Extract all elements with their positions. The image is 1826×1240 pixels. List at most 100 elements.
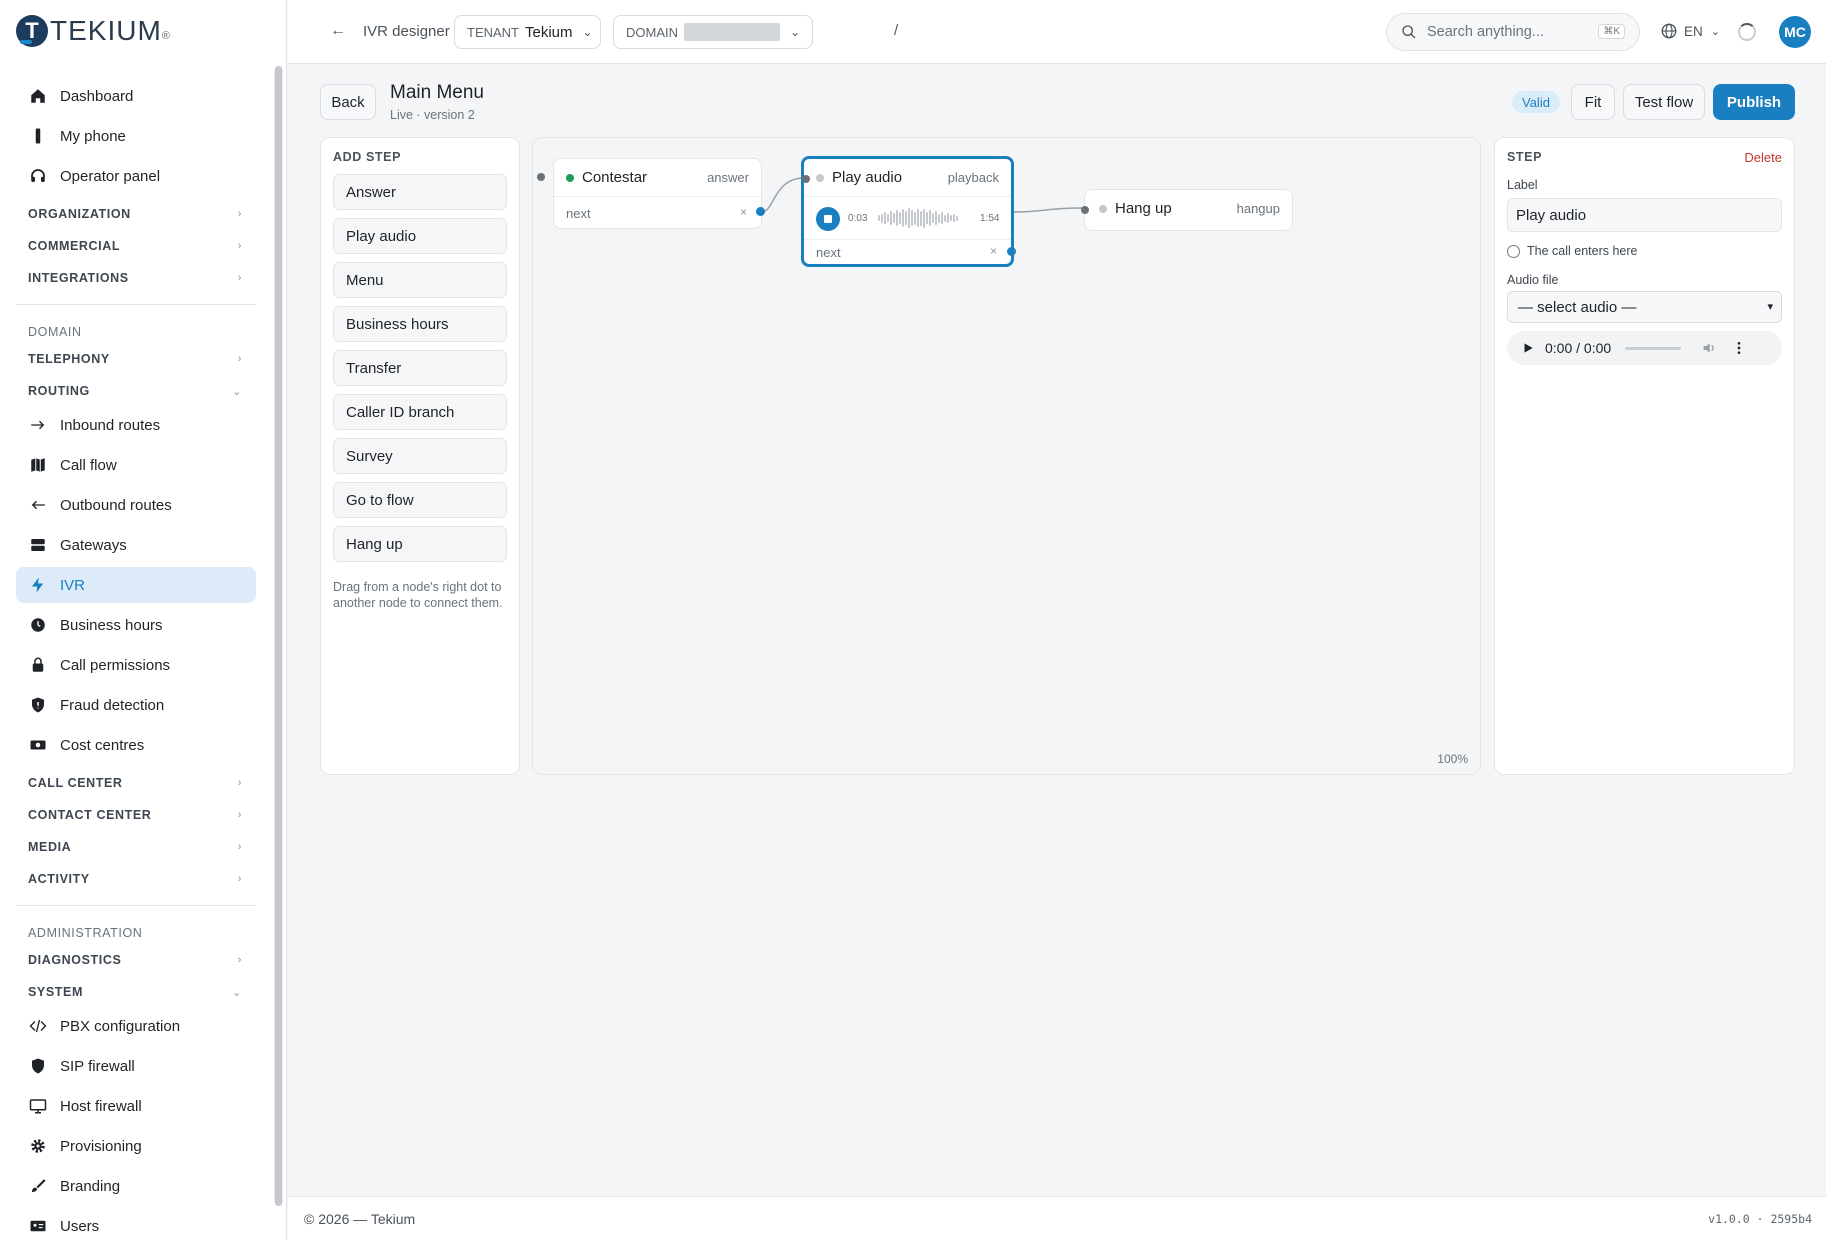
waveform-bar [953, 214, 955, 222]
flow-node-playback[interactable]: Play audio playback 0:03 1:54 next × [801, 156, 1016, 267]
sidebar-group-diagnostics[interactable]: DIAGNOSTICS › [16, 944, 256, 976]
add-step-panel: ADD STEP Answer Play audio Menu Business… [320, 137, 520, 775]
flow-node-hangup[interactable]: Hang up hangup [1081, 189, 1293, 231]
playback-total: 1:54 [980, 213, 1000, 224]
sidebar-item-cost-centres[interactable]: Cost centres [16, 727, 256, 763]
sidebar-scrollbar[interactable] [274, 66, 283, 1206]
add-step-play-audio[interactable]: Play audio [333, 218, 507, 254]
audio-file-select[interactable]: — select audio — ▾ [1507, 291, 1782, 323]
bolt-icon [28, 575, 48, 595]
add-step-caller-id-branch[interactable]: Caller ID branch [333, 394, 507, 430]
add-step-menu[interactable]: Menu [333, 262, 507, 298]
sidebar-item-host-firewall[interactable]: Host firewall [16, 1088, 256, 1124]
tenant-selector[interactable]: TENANT Tekium ⌄ [454, 15, 601, 49]
sidebar-item-users[interactable]: Users [16, 1208, 256, 1240]
edge-answer-to-playback[interactable] [761, 177, 805, 213]
fit-button[interactable]: Fit [1571, 84, 1615, 120]
audio-progress-slider[interactable] [1625, 346, 1682, 350]
add-step-hang-up[interactable]: Hang up [333, 526, 507, 562]
search-input[interactable]: Search anything... ⌘K [1386, 13, 1640, 51]
sidebar-group-integrations[interactable]: INTEGRATIONS › [16, 262, 256, 294]
audio-waveform[interactable] [878, 207, 959, 229]
sidebar-item-sip-firewall[interactable]: SIP firewall [16, 1048, 256, 1084]
remove-connection-icon[interactable]: × [740, 205, 747, 219]
volume-icon[interactable] [1701, 340, 1717, 356]
test-flow-button[interactable]: Test flow [1623, 84, 1705, 120]
sidebar-item-dashboard[interactable]: Dashboard [16, 78, 256, 114]
chevron-down-icon: ⌄ [1710, 25, 1720, 38]
stop-playback-button[interactable] [816, 207, 840, 231]
sidebar-group-organization[interactable]: ORGANIZATION › [16, 198, 256, 230]
sidebar-group-routing[interactable]: ROUTING ⌄ [16, 375, 256, 407]
sidebar-item-label: Users [60, 1217, 100, 1235]
sidebar-group-contact-center[interactable]: CONTACT CENTER › [16, 799, 256, 831]
domain-selector[interactable]: DOMAIN ⌄ [613, 15, 813, 49]
node-input-port[interactable] [1081, 206, 1089, 214]
node-input-port[interactable] [537, 173, 545, 181]
back-button[interactable]: Back [320, 84, 376, 120]
waveform-bar [935, 211, 937, 225]
back-arrow-icon[interactable]: ← [330, 22, 346, 40]
sidebar-item-gateways[interactable]: Gateways [16, 527, 256, 563]
registered-mark: ® [161, 30, 170, 42]
user-avatar[interactable]: MC [1779, 16, 1811, 48]
publish-button[interactable]: Publish [1713, 84, 1795, 120]
add-step-go-to-flow[interactable]: Go to flow [333, 482, 507, 518]
label-input[interactable] [1507, 198, 1782, 232]
sidebar-item-inbound-routes[interactable]: Inbound routes [16, 407, 256, 443]
delete-step-button[interactable]: Delete [1744, 150, 1782, 165]
node-type: hangup [1236, 201, 1280, 216]
remove-connection-icon[interactable]: × [990, 244, 997, 258]
sidebar-item-business-hours[interactable]: Business hours [16, 607, 256, 643]
language-value: EN [1684, 23, 1703, 39]
node-input-port[interactable] [802, 175, 810, 183]
group-label: ROUTING [28, 384, 90, 398]
sidebar-group-call-center[interactable]: CALL CENTER › [16, 767, 256, 799]
sidebar-group-telephony[interactable]: TELEPHONY › [16, 343, 256, 375]
clock-icon [28, 615, 48, 635]
sidebar-item-ivr[interactable]: IVR [16, 567, 256, 603]
waveform-bar [947, 213, 949, 223]
language-selector[interactable]: EN ⌄ [1660, 22, 1720, 40]
add-step-transfer[interactable]: Transfer [333, 350, 507, 386]
sidebar-item-call-flow[interactable]: Call flow [16, 447, 256, 483]
sidebar-group-system[interactable]: SYSTEM ⌄ [16, 976, 256, 1008]
sidebar-scrollbar-thumb[interactable] [275, 66, 282, 1206]
edge-playback-to-hangup[interactable] [1013, 207, 1085, 213]
sidebar-item-branding[interactable]: Branding [16, 1168, 256, 1204]
brand-logo[interactable]: T TEKIUM ® [16, 14, 170, 48]
add-step-business-hours[interactable]: Business hours [333, 306, 507, 342]
flow-canvas[interactable]: Contestar answer next × Play audio playb… [532, 137, 1481, 775]
sidebar-group-activity[interactable]: ACTIVITY › [16, 863, 256, 895]
sidebar-item-pbx-configuration[interactable]: PBX configuration [16, 1008, 256, 1044]
node-output-port[interactable] [1007, 247, 1016, 256]
sidebar-item-provisioning[interactable]: Provisioning [16, 1128, 256, 1164]
entry-point-option[interactable]: The call enters here [1507, 244, 1637, 258]
node-name: Contestar [582, 169, 648, 186]
add-step-survey[interactable]: Survey [333, 438, 507, 474]
waveform-bar [932, 213, 934, 223]
tenant-label: TENANT [467, 24, 519, 40]
sidebar-item-outbound-routes[interactable]: Outbound routes [16, 487, 256, 523]
sidebar-item-call-permissions[interactable]: Call permissions [16, 647, 256, 683]
add-step-answer[interactable]: Answer [333, 174, 507, 210]
sidebar-group-media[interactable]: MEDIA › [16, 831, 256, 863]
monitor-icon [28, 1096, 48, 1116]
group-label: DIAGNOSTICS [28, 953, 122, 967]
sidebar-group-commercial[interactable]: COMMERCIAL › [16, 230, 256, 262]
group-label: SYSTEM [28, 985, 83, 999]
more-options-icon[interactable] [1731, 340, 1747, 356]
node-output-port[interactable] [756, 207, 765, 216]
search-shortcut-hint: ⌘K [1598, 24, 1625, 39]
flow-node-answer[interactable]: Contestar answer next × [537, 158, 765, 229]
sidebar-item-operator-panel[interactable]: Operator panel [16, 158, 256, 194]
inspector-heading: STEP [1507, 150, 1543, 164]
sidebar-item-fraud-detection[interactable]: Fraud detection [16, 687, 256, 723]
entry-point-radio[interactable] [1507, 244, 1520, 258]
play-icon[interactable] [1521, 341, 1535, 355]
arrow-right-icon [28, 415, 48, 435]
zoom-level: 100% [1437, 752, 1468, 766]
sidebar-item-my-phone[interactable]: My phone [16, 118, 256, 154]
audio-file-label: Audio file [1507, 273, 1559, 287]
sidebar-item-label: Operator panel [60, 167, 161, 185]
